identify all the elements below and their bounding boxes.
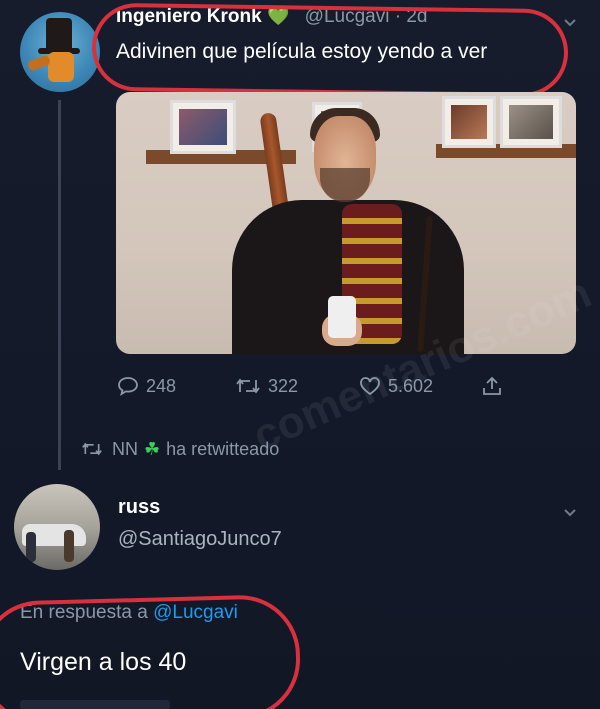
reply-avatar[interactable] <box>14 484 100 570</box>
retweet-notice: NN ☘ ha retwitteado <box>80 436 279 462</box>
reply-icon <box>118 377 138 396</box>
like-button[interactable]: 5.602 <box>358 372 433 400</box>
like-count: 5.602 <box>388 375 434 396</box>
author-name[interactable]: Ingeniero Kronk <box>116 6 262 27</box>
tweet-action-bar: 248 322 5.602 <box>116 372 536 400</box>
like-icon <box>360 377 380 396</box>
reply-button[interactable]: 248 <box>116 372 176 400</box>
retweet-icon <box>82 442 102 456</box>
tweet-photo[interactable] <box>116 92 576 354</box>
retweet-count: 322 <box>268 375 299 396</box>
clover-icon: ☘ <box>144 438 161 459</box>
retweet-icon <box>236 378 260 394</box>
chevron-down-icon[interactable] <box>562 504 578 520</box>
tweet-header: Ingeniero Kronk 💚 @Lucgavi · 2d <box>116 6 560 30</box>
reply-text: Virgen a los 40 <box>20 648 187 676</box>
thread-connector-line <box>58 100 61 470</box>
avatar[interactable] <box>20 12 100 92</box>
author-handle[interactable]: @Lucgavi · 2d <box>305 6 428 27</box>
reply-to-mention[interactable]: @Lucgavi <box>153 602 238 623</box>
retweet-button[interactable]: 322 <box>234 372 298 400</box>
reply-author-handle[interactable]: @SantiagoJunco7 <box>118 528 282 551</box>
timestamp-cropped <box>20 700 170 709</box>
reply-count: 248 <box>146 375 177 396</box>
tweet-text: Adivinen que película estoy yendo a ver <box>116 40 488 63</box>
reply-to-line: En respuesta a @Lucgavi <box>20 602 238 624</box>
reply-author-name[interactable]: russ <box>118 496 160 519</box>
retweeter-name[interactable]: NN <box>112 439 138 460</box>
green-heart-icon: 💚 <box>266 6 290 26</box>
retweet-notice-text: ha retwitteado <box>166 438 280 459</box>
share-button[interactable] <box>480 372 510 400</box>
share-icon <box>483 376 501 395</box>
chevron-down-icon[interactable] <box>562 14 578 30</box>
reply-to-prefix: En respuesta a <box>20 602 148 623</box>
twitter-thread-screen: Ingeniero Kronk 💚 @Lucgavi · 2d Adivinen… <box>0 0 600 709</box>
